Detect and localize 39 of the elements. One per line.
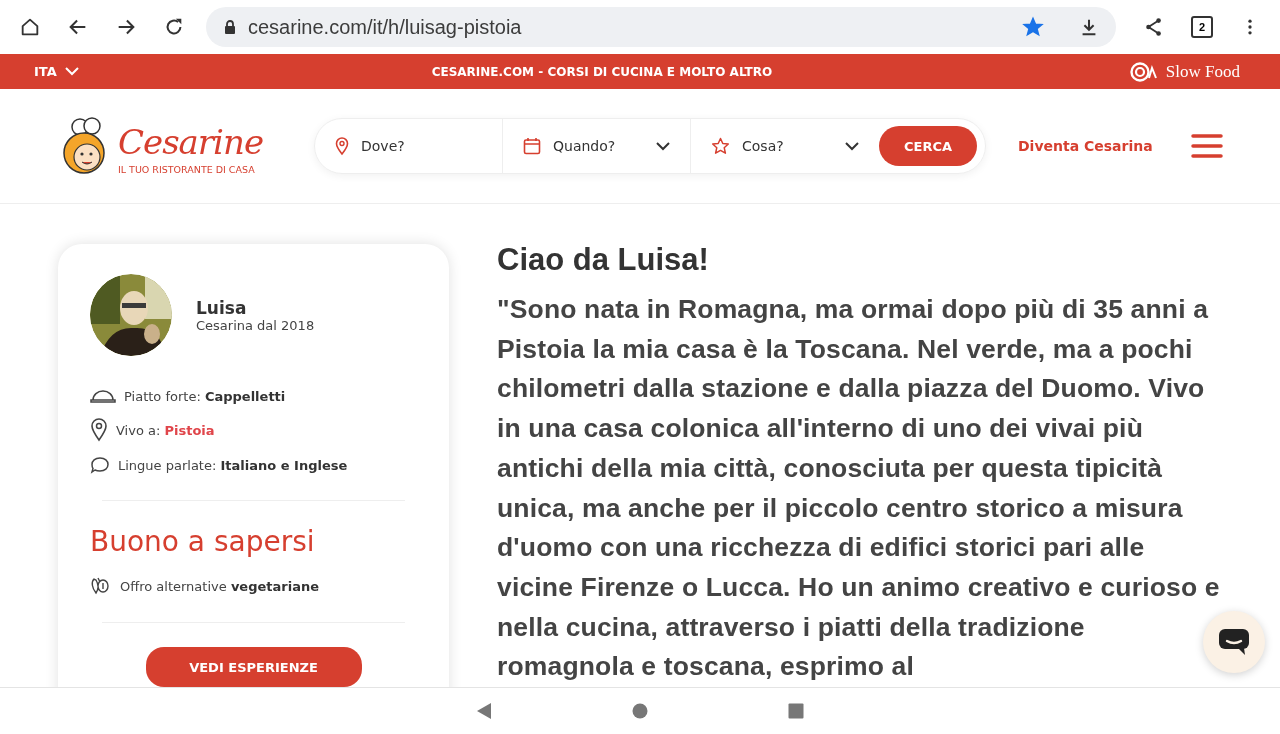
tab-count[interactable]: 2 <box>1191 16 1213 38</box>
chat-button[interactable] <box>1203 611 1265 673</box>
location-pin-icon <box>90 418 108 442</box>
about-title: Ciao da Luisa! <box>497 242 710 278</box>
location-pin-icon <box>335 136 349 156</box>
search-field[interactable]: Quando? <box>503 119 691 173</box>
calendar-icon <box>523 137 541 155</box>
search-field[interactable]: Cosa? <box>691 119 879 173</box>
about-text: "Sono nata in Romagna, ma ormai dopo più di 35 anni a Pistoia la mia casa è la Toscana. Nel verde, ma a pochi chilometri dalla stazione e dalla piazza del Duomo. Vivo in una casa colonica all'interno di uno dei vivai più antichi della mia città, conosciuta per questa tipicità unica, ma anche per il piccolo centro storico a misura d'uomo con una ricchezza di edifici storici pari alle vicine Firenze o Lucca. Ho un animo creativo e curioso e nella cucina, attraverso i piatti della tradizione romagnola e toscana, esprimo al <box>497 293 1220 684</box>
home-icon[interactable] <box>19 16 41 38</box>
section-title: Buono a sapersi <box>90 525 316 558</box>
speech-bubble-icon <box>90 456 110 474</box>
host-name: Luisa <box>196 297 248 318</box>
language-selector[interactable]: ITA <box>34 64 234 79</box>
logo-wordmark: Cesarine <box>118 122 263 162</box>
menu-icon[interactable] <box>1190 133 1223 159</box>
address-bar[interactable]: cesarine.com/it/h/luisag-pistoia <box>206 7 1116 47</box>
chevron-down-icon <box>64 67 79 76</box>
become-host-link[interactable]: Diventa Cesarina <box>1018 138 1153 154</box>
host-since: Cesarina dal 2018 <box>196 317 315 333</box>
vegetables-icon <box>90 576 112 596</box>
profile-fact: Vivo a: Pistoia <box>116 422 215 438</box>
experiences-button[interactable]: VEDI ESPERIENZE <box>145 647 362 687</box>
lock-icon <box>224 19 236 35</box>
back-icon[interactable] <box>476 702 492 720</box>
tagline: CESARINE.COM - CORSI DI CUCINA E MOLTO ALTRO <box>430 64 774 79</box>
profile-fact: Lingue parlate: Italiano e Inglese <box>118 457 348 473</box>
snail-icon <box>1129 61 1160 82</box>
chat-icon <box>1218 628 1250 656</box>
star-icon[interactable] <box>1022 16 1044 38</box>
search-field[interactable]: Dove? <box>315 119 503 173</box>
url-text: cesarine.com/it/h/luisag-pistoia <box>248 15 523 39</box>
partner-logo-text: Slow Food <box>1165 61 1240 82</box>
cloche-icon <box>90 388 116 404</box>
search-button[interactable]: CERCA <box>879 126 977 166</box>
logo-tagline: IL TUO RISTORANTE DI CASA <box>118 164 256 175</box>
star-icon <box>711 137 730 155</box>
profile-fact: Piatto forte: Cappelletti <box>124 388 286 404</box>
info-item: Offro alternative vegetariane <box>120 578 319 594</box>
